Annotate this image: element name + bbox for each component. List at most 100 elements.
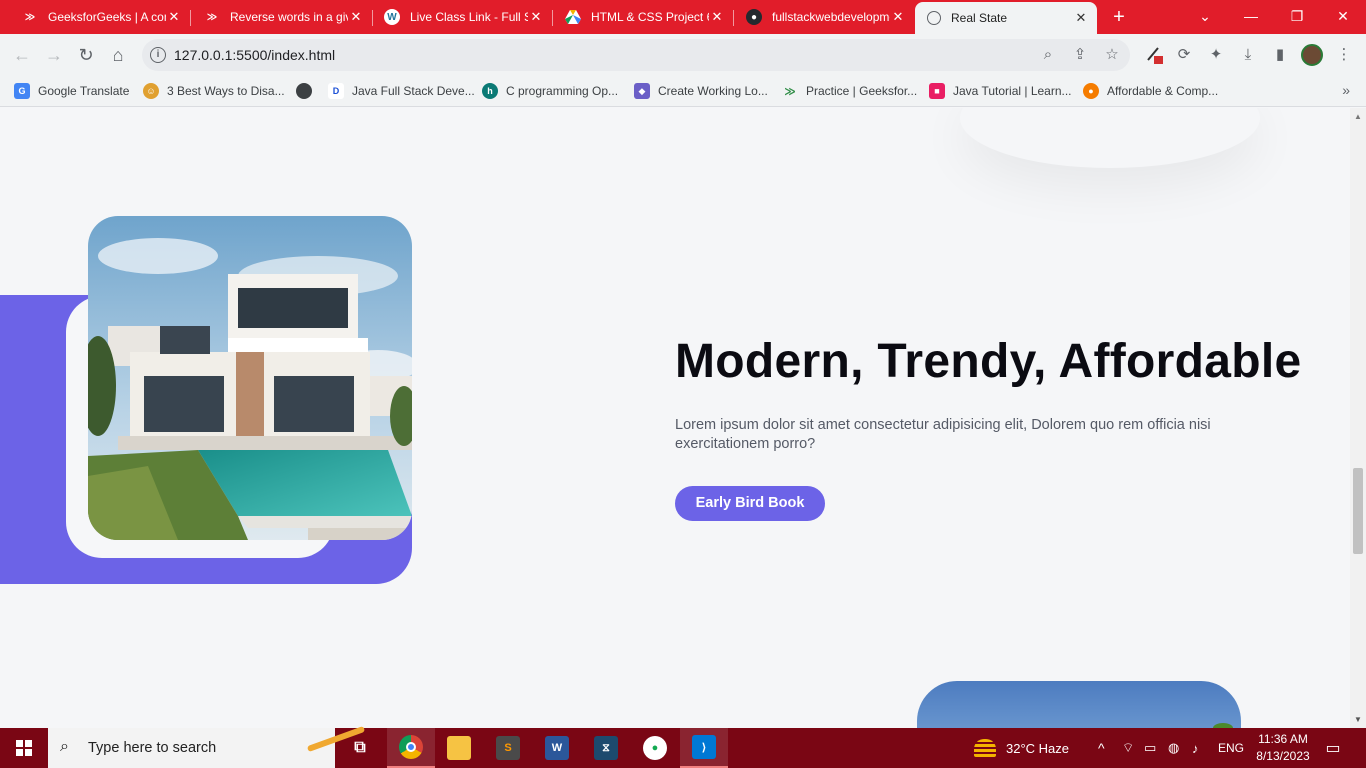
- profile-avatar[interactable]: [1301, 44, 1323, 66]
- google-translate-icon: G: [14, 83, 30, 99]
- home-icon[interactable]: ⌂: [106, 43, 130, 67]
- hero-description: Lorem ipsum dolor sit amet consectetur a…: [675, 417, 1211, 452]
- clock-date: 8/13/2023: [1256, 749, 1310, 763]
- volume-icon[interactable]: ♪: [1192, 728, 1199, 768]
- bookmarks-overflow-icon[interactable]: »: [1342, 82, 1350, 98]
- show-hidden-icons-icon[interactable]: ^: [1098, 728, 1105, 768]
- language-indicator[interactable]: ENG: [1218, 728, 1244, 768]
- tab-title: fullstackwebdevelopment: [772, 10, 890, 24]
- start-button[interactable]: [0, 728, 48, 768]
- share-icon[interactable]: ⇪: [1070, 45, 1090, 65]
- forward-icon[interactable]: →: [42, 43, 66, 67]
- menu-kebab-icon[interactable]: ⋮: [1333, 44, 1355, 66]
- file-explorer-icon: [447, 736, 471, 760]
- taskbar-chrome[interactable]: [387, 728, 435, 768]
- taskbar-file-explorer[interactable]: [435, 728, 483, 768]
- url-text[interactable]: 127.0.0.1:5500/index.html: [174, 47, 335, 63]
- taskbar-mysql-workbench[interactable]: ⧖: [582, 728, 630, 768]
- task-view-button[interactable]: ⧉: [336, 728, 384, 768]
- bookmark-practice-geeksforgeeks[interactable]: ≫ Practice | Geeksfor...: [782, 82, 917, 100]
- bookmark-3-best-ways[interactable]: ☺ 3 Best Ways to Disa...: [143, 82, 285, 100]
- mongodb-icon: ●: [643, 736, 667, 760]
- tab-title: Reverse words in a given string: [230, 10, 348, 24]
- page-scrollbar[interactable]: ▲ ▼: [1350, 108, 1366, 728]
- meet-now-icon[interactable]: ◍: [1168, 728, 1179, 768]
- bookmark-create-working[interactable]: ◆ Create Working Lo...: [634, 82, 768, 100]
- google-drive-icon: [565, 9, 581, 25]
- notification-icon[interactable]: ▭: [1322, 738, 1344, 758]
- globe-icon: [927, 11, 941, 25]
- windows-taskbar: ⌕ Type here to search ⧉ S W ⧖ ● ⟩ 32°C H…: [0, 725, 1366, 768]
- side-panel-icon[interactable]: ▮: [1269, 44, 1291, 66]
- reload-icon[interactable]: ↻: [74, 43, 98, 67]
- taskbar-word[interactable]: W: [533, 728, 581, 768]
- tab-strip: ≫ GeeksforGeeks | A computer science por…: [0, 0, 1366, 34]
- restore-icon[interactable]: ❐: [1274, 0, 1320, 34]
- close-icon[interactable]: ✕: [890, 9, 906, 25]
- address-bar[interactable]: i 127.0.0.1:5500/index.html ⌕ ⇪ ☆: [142, 39, 1130, 71]
- tab-reverse-words[interactable]: ≫ Reverse words in a given string ✕: [192, 4, 372, 30]
- tab-live-class[interactable]: W Live Class Link - Full Stack ✕: [372, 4, 552, 30]
- geeksforgeeks-icon: ≫: [24, 11, 36, 23]
- minimize-icon[interactable]: —: [1228, 0, 1274, 34]
- site-info-icon[interactable]: i: [150, 47, 166, 63]
- close-icon[interactable]: ✕: [709, 9, 725, 25]
- download-icon[interactable]: ⤓: [1237, 44, 1259, 66]
- bookmark-c-programming[interactable]: h C programming Op...: [482, 82, 618, 100]
- hex-logo-icon: ◆: [634, 83, 650, 99]
- tab-geeksforgeeks[interactable]: ≫ GeeksforGeeks | A computer science por…: [10, 4, 190, 30]
- bookmark-affordable[interactable]: ● Affordable & Comp...: [1083, 82, 1218, 100]
- tab-title: Real State: [951, 11, 1008, 25]
- extensions-puzzle-icon[interactable]: ✦: [1205, 44, 1227, 66]
- tab-github[interactable]: ● fullstackwebdevelopment ✕: [734, 4, 914, 30]
- bookmark-google-translate[interactable]: G Google Translate: [14, 82, 129, 100]
- clock-time: 11:36 AM: [1258, 732, 1308, 746]
- vscode-icon: ⟩: [692, 735, 716, 759]
- task-view-icon: ⧉: [354, 739, 366, 756]
- taskbar-mongodb[interactable]: ●: [631, 728, 679, 768]
- bookmark-label: Create Working Lo...: [658, 84, 768, 98]
- teal-logo-icon: h: [482, 83, 498, 99]
- tab-search-icon[interactable]: ⌄: [1182, 0, 1228, 34]
- haze-weather-icon: [974, 739, 996, 757]
- extension-sync-icon[interactable]: ⟳: [1173, 44, 1195, 66]
- scroll-down-arrow-icon[interactable]: ▼: [1354, 715, 1362, 724]
- bookmark-java-full-stack[interactable]: D Java Full Stack Deve...: [328, 82, 475, 100]
- close-icon[interactable]: ✕: [166, 9, 182, 25]
- network-icon[interactable]: ⌔: [1122, 728, 1134, 768]
- bookmark-java-tutorial[interactable]: ■ Java Tutorial | Learn...: [929, 82, 1072, 100]
- globe-icon: [296, 83, 312, 99]
- taskbar-sublime-text[interactable]: S: [484, 728, 532, 768]
- mysql-workbench-icon: ⧖: [594, 736, 618, 760]
- back-icon[interactable]: ←: [10, 43, 34, 67]
- taskbar-search[interactable]: ⌕ Type here to search: [48, 725, 366, 768]
- early-bird-book-button[interactable]: Early Bird Book: [675, 486, 825, 521]
- color-picker-extension-icon[interactable]: [1143, 44, 1165, 66]
- search-placeholder: Type here to search: [88, 740, 217, 756]
- wordpress-icon: W: [384, 9, 400, 25]
- weather-text: 32°C Haze: [1006, 740, 1070, 756]
- close-icon[interactable]: ✕: [348, 9, 364, 25]
- close-window-icon[interactable]: ✕: [1320, 0, 1366, 34]
- scrollbar-thumb[interactable]: [1353, 468, 1363, 554]
- bookmark-globe[interactable]: [296, 82, 320, 100]
- tab-html-css-project[interactable]: HTML & CSS Project 6 ✕: [553, 4, 733, 30]
- zoom-icon[interactable]: ⌕: [1038, 45, 1058, 65]
- search-icon: ⌕: [60, 738, 69, 755]
- tab-real-state[interactable]: Real State ✕: [915, 2, 1097, 34]
- bookmark-label: C programming Op...: [506, 84, 619, 98]
- scroll-up-arrow-icon[interactable]: ▲: [1354, 112, 1362, 121]
- browser-toolbar: ← → ↻ ⌂ i 127.0.0.1:5500/index.html ⌕ ⇪ …: [0, 34, 1366, 76]
- close-icon[interactable]: ✕: [528, 9, 544, 25]
- weather-widget[interactable]: 32°C Haze: [974, 728, 1069, 768]
- house-image: [88, 216, 412, 540]
- battery-icon[interactable]: ▭: [1144, 728, 1156, 768]
- new-tab-button[interactable]: +: [1108, 6, 1130, 28]
- bookmark-star-icon[interactable]: ☆: [1102, 45, 1122, 65]
- bookmark-label: Google Translate: [38, 84, 130, 98]
- system-clock[interactable]: 11:36 AM 8/13/2023: [1252, 731, 1314, 765]
- bookmark-label: 3 Best Ways to Disa...: [167, 84, 285, 98]
- word-icon: W: [545, 736, 569, 760]
- taskbar-vscode[interactable]: ⟩: [680, 728, 728, 768]
- close-icon[interactable]: ✕: [1073, 10, 1089, 26]
